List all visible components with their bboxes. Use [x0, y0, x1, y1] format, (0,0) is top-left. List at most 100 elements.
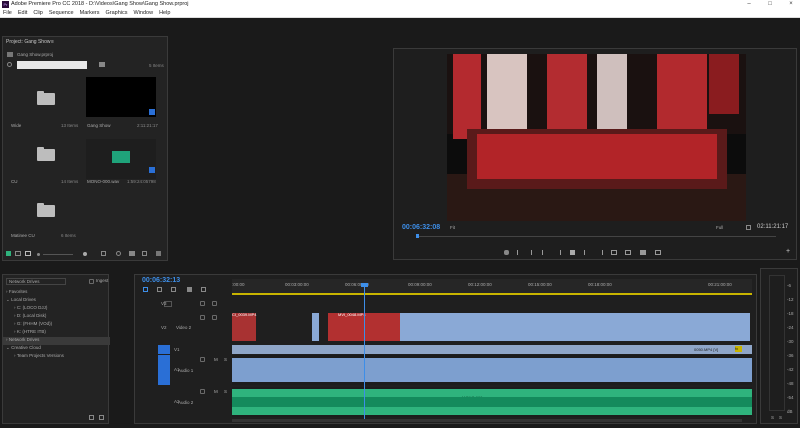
- project-search-input[interactable]: [17, 61, 87, 69]
- mark-in-icon[interactable]: [517, 250, 520, 255]
- meter-solo-right[interactable]: S: [779, 415, 782, 420]
- close-button[interactable]: ×: [782, 0, 800, 9]
- zoom-level-select[interactable]: Fit: [450, 225, 455, 230]
- mute-button[interactable]: M: [214, 357, 218, 362]
- list-view-icon[interactable]: [15, 251, 21, 256]
- minimize-button[interactable]: –: [740, 0, 758, 9]
- clear-icon[interactable]: [156, 251, 161, 256]
- tree-item[interactable]: ⌄ Creative Cloud: [3, 345, 110, 353]
- thumbnail-size-slider[interactable]: [43, 254, 73, 255]
- menu-sequence[interactable]: Sequence: [46, 9, 77, 18]
- stop-icon[interactable]: [570, 250, 575, 255]
- tree-item[interactable]: › C: (LOCO DJJ): [3, 305, 110, 313]
- track-lane-v2[interactable]: CI_0039.MP4 MVI_0048.MP4: [232, 311, 752, 343]
- source-patch-a1[interactable]: [158, 355, 170, 385]
- go-to-in-icon[interactable]: [542, 250, 548, 255]
- export-frame-icon[interactable]: [640, 250, 646, 255]
- bin-item-matinee-cu[interactable]: Matinee CU 6 Items: [5, 195, 83, 240]
- project-panel-tab[interactable]: Project: Gang Show: [6, 39, 50, 45]
- track-lane-v3[interactable]: [232, 299, 752, 309]
- tree-item[interactable]: › G: (FHHM (VOd)): [3, 321, 110, 329]
- timeline-playhead[interactable]: [364, 283, 365, 419]
- track-lane-v1[interactable]: 0050.MP4 [V] fx: [232, 345, 752, 354]
- menu-window[interactable]: Window: [131, 9, 157, 18]
- nest-toggle-icon[interactable]: [143, 287, 148, 292]
- automate-to-sequence-icon[interactable]: [101, 251, 106, 256]
- timeline-timecode[interactable]: 00:06:32:13: [142, 277, 180, 284]
- panel-menu-icon[interactable]: ≡: [51, 39, 54, 45]
- clip-v2-a[interactable]: CI_0039.MP4: [232, 312, 256, 341]
- add-marker-icon[interactable]: [504, 250, 509, 255]
- eye-icon[interactable]: [212, 315, 217, 320]
- tree-item[interactable]: › Team Projects Versions: [3, 353, 110, 361]
- sync-lock-icon[interactable]: [200, 389, 205, 394]
- find-icon[interactable]: [116, 251, 121, 256]
- add-marker-icon[interactable]: [187, 287, 192, 292]
- clip-v2-small[interactable]: [312, 313, 319, 341]
- mute-button[interactable]: M: [214, 389, 218, 394]
- clip-a1[interactable]: [232, 358, 752, 382]
- menu-clip[interactable]: Clip: [30, 9, 45, 18]
- tree-item[interactable]: ⌄ Local Drives: [3, 297, 110, 305]
- write-icon[interactable]: [6, 251, 11, 256]
- bin-item-cu[interactable]: CU 14 Items: [5, 137, 83, 192]
- zoom-out-icon[interactable]: [37, 253, 40, 256]
- tree-item-selected[interactable]: › Network Drives: [3, 337, 110, 345]
- bin-item-wide[interactable]: Wide 13 Items: [5, 75, 83, 130]
- expand-arrow-icon[interactable]: ›: [14, 353, 16, 358]
- new-search-bin-icon[interactable]: [99, 62, 105, 67]
- solo-button[interactable]: S: [224, 389, 227, 394]
- linked-selection-icon[interactable]: [171, 287, 176, 292]
- meter-solo-left[interactable]: S: [771, 415, 774, 420]
- sync-lock-icon[interactable]: [200, 315, 205, 320]
- clip-a2[interactable]: MONO-000.wav: [232, 389, 752, 415]
- location-dropdown[interactable]: Network Drives: [6, 278, 66, 285]
- timeline-scrollbar[interactable]: [232, 419, 742, 422]
- time-ruler[interactable]: :00:00 00:03:00:00 00:06:00:00 00:09:00:…: [232, 279, 752, 295]
- solo-button[interactable]: S: [224, 357, 227, 362]
- menu-edit[interactable]: Edit: [15, 9, 30, 18]
- step-forward-icon[interactable]: [584, 250, 589, 255]
- program-playhead[interactable]: [416, 234, 419, 238]
- work-area-bar[interactable]: [232, 293, 752, 295]
- expand-arrow-icon[interactable]: ⌄: [6, 345, 10, 350]
- playback-resolution-select[interactable]: Full: [716, 225, 723, 230]
- ingest-checkbox[interactable]: [89, 279, 94, 284]
- source-patch-v1[interactable]: [158, 345, 170, 354]
- menu-help[interactable]: Help: [156, 9, 173, 18]
- maximize-button[interactable]: □: [761, 0, 779, 9]
- tree-item[interactable]: › D: (Local Disk): [3, 313, 110, 321]
- new-bin-icon[interactable]: [129, 251, 135, 256]
- expand-arrow-icon[interactable]: ⌄: [6, 297, 10, 302]
- sequence-thumbnail[interactable]: [86, 77, 156, 117]
- lift-icon[interactable]: [611, 250, 617, 255]
- program-time-ruler[interactable]: [416, 236, 776, 237]
- tree-item[interactable]: › Favorites: [3, 289, 110, 297]
- step-back-icon[interactable]: [556, 250, 561, 255]
- go-to-out-icon[interactable]: [597, 250, 603, 255]
- track-lane-a2[interactable]: MONO-000.wav: [232, 387, 752, 417]
- sync-lock-icon[interactable]: [200, 357, 205, 362]
- expand-arrow-icon[interactable]: ›: [14, 305, 16, 310]
- expand-arrow-icon[interactable]: ›: [6, 289, 8, 294]
- audio-thumbnail[interactable]: [86, 139, 156, 179]
- menu-markers[interactable]: Markers: [77, 9, 103, 18]
- icon-view-icon[interactable]: [99, 415, 104, 420]
- track-lane-a1[interactable]: [232, 355, 752, 385]
- wrench-icon[interactable]: [746, 225, 751, 230]
- list-view-icon[interactable]: [89, 415, 94, 420]
- mark-out-icon[interactable]: [529, 250, 532, 255]
- button-editor-icon[interactable]: +: [786, 248, 790, 255]
- snap-icon[interactable]: [157, 287, 162, 292]
- expand-arrow-icon[interactable]: ›: [6, 337, 8, 342]
- expand-arrow-icon[interactable]: ›: [14, 321, 16, 326]
- icon-view-icon[interactable]: [25, 251, 31, 256]
- extract-icon[interactable]: [625, 250, 631, 255]
- playhead-handle[interactable]: [361, 283, 368, 287]
- menu-graphics[interactable]: Graphics: [103, 9, 131, 18]
- new-item-icon[interactable]: [142, 251, 147, 256]
- zoom-in-icon[interactable]: [83, 252, 87, 256]
- wrench-icon[interactable]: [201, 287, 206, 292]
- clip-v2-c[interactable]: [400, 313, 750, 341]
- expand-arrow-icon[interactable]: ›: [14, 313, 16, 318]
